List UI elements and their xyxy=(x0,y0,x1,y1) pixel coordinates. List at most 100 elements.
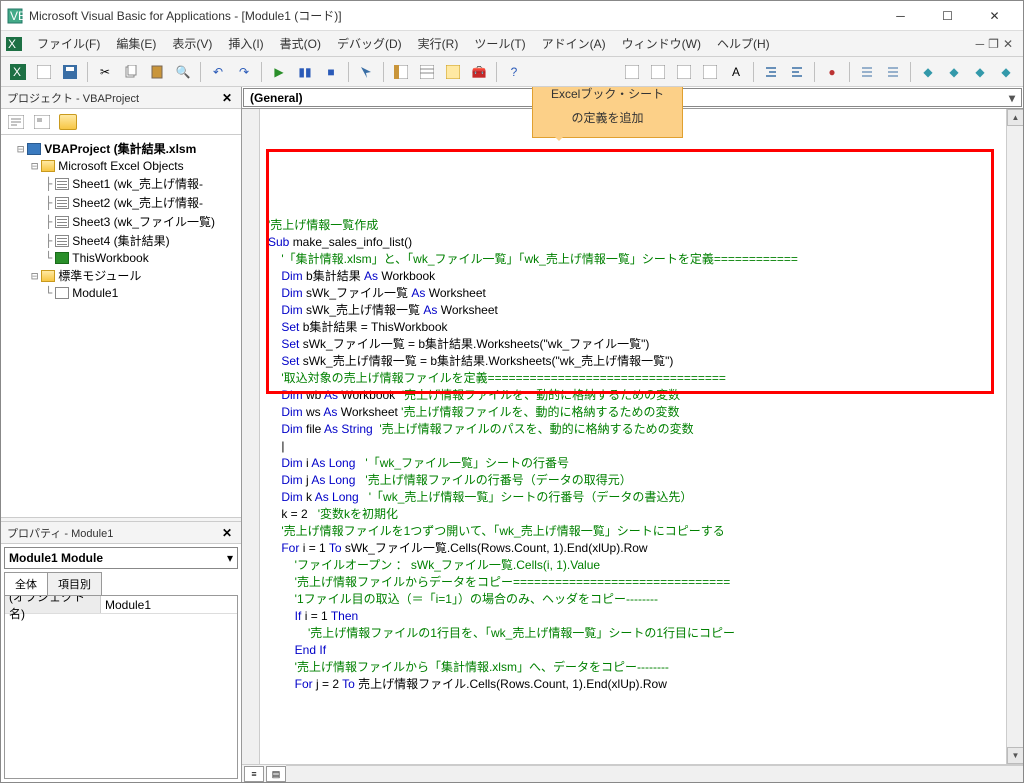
menu-file[interactable]: ファイル(F) xyxy=(29,32,108,55)
project-explorer-close-icon[interactable]: ✕ xyxy=(219,90,235,106)
minimize-button[interactable]: ─ xyxy=(878,4,923,28)
project-tree[interactable]: ⊟VBAProject (集計結果.xlsm ⊟Microsoft Excel … xyxy=(1,135,241,517)
tree-module1[interactable]: Module1 xyxy=(72,286,118,300)
toggle-bookmark-icon[interactable]: ◆ xyxy=(917,61,939,83)
toggle-folders-icon[interactable] xyxy=(57,111,79,133)
paste-icon[interactable] xyxy=(146,61,168,83)
svg-text:X: X xyxy=(8,37,16,51)
indent-icon[interactable] xyxy=(760,61,782,83)
close-button[interactable]: ✕ xyxy=(972,4,1017,28)
tree-std-modules[interactable]: 標準モジュール xyxy=(58,267,141,284)
copy-icon[interactable] xyxy=(120,61,142,83)
procedure-dropdown[interactable]: ▾ xyxy=(634,88,1023,107)
view-code-icon[interactable] xyxy=(5,111,27,133)
left-pane: プロジェクト - VBAProject ✕ ⊟VBAProject (集計結果.… xyxy=(1,87,242,782)
menu-run[interactable]: 実行(R) xyxy=(410,32,467,55)
svg-text:X: X xyxy=(13,65,21,79)
properties-grid[interactable]: (オブジェクト名) Module1 xyxy=(4,595,238,779)
menu-edit[interactable]: 編集(E) xyxy=(108,32,164,55)
clear-bookmarks-icon[interactable]: ◆ xyxy=(995,61,1017,83)
project-explorer-icon[interactable] xyxy=(390,61,412,83)
save-icon[interactable] xyxy=(59,61,81,83)
properties-close-icon[interactable]: ✕ xyxy=(219,525,235,541)
cut-icon[interactable]: ✂ xyxy=(94,61,116,83)
app-icon: VB xyxy=(7,8,23,24)
scroll-up-icon[interactable]: ▲ xyxy=(1007,109,1023,126)
break-icon[interactable]: ▮▮ xyxy=(294,61,316,83)
menu-format[interactable]: 書式(O) xyxy=(272,32,329,55)
vbe-window: VB Microsoft Visual Basic for Applicatio… xyxy=(0,0,1024,783)
properties-window-icon[interactable] xyxy=(416,61,438,83)
svg-text:VB: VB xyxy=(10,9,23,23)
tree-thisworkbook[interactable]: ThisWorkbook xyxy=(72,251,148,265)
view-excel-icon[interactable]: X xyxy=(7,61,29,83)
menu-addins[interactable]: アドイン(A) xyxy=(534,32,614,55)
vertical-scrollbar[interactable]: ▲ ▼ xyxy=(1006,109,1023,764)
quick-info-icon[interactable] xyxy=(673,61,695,83)
mdi-close-button[interactable]: ✕ xyxy=(1003,37,1013,51)
uncomment-block-icon[interactable] xyxy=(882,61,904,83)
properties-header: プロパティ - Module1 ✕ xyxy=(1,522,241,544)
main-area: プロジェクト - VBAProject ✕ ⊟VBAProject (集計結果.… xyxy=(1,87,1023,782)
horizontal-scrollbar[interactable] xyxy=(286,765,1023,782)
object-browser-icon[interactable] xyxy=(442,61,464,83)
help-icon[interactable]: ? xyxy=(503,61,525,83)
menu-debug[interactable]: デバッグ(D) xyxy=(329,32,410,55)
property-key: (オブジェクト名) xyxy=(5,596,101,613)
toolbar: X ✂ 🔍 ↶ ↷ ▶ ▮▮ ■ 🧰 ? A ● xyxy=(1,57,1023,87)
callout-annotation: Excelブック・シートの定義を追加 xyxy=(532,87,683,138)
menu-tools[interactable]: ツール(T) xyxy=(466,32,533,55)
code-pane: (General)▾ ▾ '売上げ情報一覧作成Sub make_sales_in… xyxy=(242,87,1023,782)
properties-pane: プロパティ - Module1 ✕ Module1 Module ▾ 全体 項目… xyxy=(1,522,241,782)
properties-title: プロパティ - Module1 xyxy=(7,525,219,541)
toolbox-icon[interactable]: 🧰 xyxy=(468,61,490,83)
list-properties-icon[interactable] xyxy=(621,61,643,83)
scroll-down-icon[interactable]: ▼ xyxy=(1007,747,1023,764)
properties-tab-category[interactable]: 項目別 xyxy=(47,572,102,595)
insert-module-icon[interactable] xyxy=(33,61,55,83)
window-title: Microsoft Visual Basic for Applications … xyxy=(29,7,878,24)
next-bookmark-icon[interactable]: ◆ xyxy=(943,61,965,83)
properties-object-selector[interactable]: Module1 Module ▾ xyxy=(4,547,238,569)
tree-excel-objects[interactable]: Microsoft Excel Objects xyxy=(58,159,183,173)
tree-sheet1[interactable]: Sheet1 (wk_売上げ情報- xyxy=(72,175,203,192)
excel-icon[interactable]: X xyxy=(5,35,23,53)
properties-tab-all[interactable]: 全体 xyxy=(4,572,48,595)
parameter-info-icon[interactable] xyxy=(699,61,721,83)
list-constants-icon[interactable] xyxy=(647,61,669,83)
maximize-button[interactable]: ☐ xyxy=(925,4,970,28)
procedure-view-icon[interactable]: ≡ xyxy=(244,766,264,782)
menu-view[interactable]: 表示(V) xyxy=(164,32,220,55)
tree-project[interactable]: VBAProject (集計結果.xlsm xyxy=(44,140,196,157)
menu-insert[interactable]: 挿入(I) xyxy=(220,32,271,55)
tree-sheet4[interactable]: Sheet4 (集計結果) xyxy=(72,232,169,249)
code-editor[interactable]: '売上げ情報一覧作成Sub make_sales_info_list() '「集… xyxy=(242,109,1006,764)
full-module-view-icon[interactable]: ▤ xyxy=(266,766,286,782)
mdi-minimize-button[interactable]: ─ xyxy=(976,37,985,51)
prev-bookmark-icon[interactable]: ◆ xyxy=(969,61,991,83)
view-object-icon[interactable] xyxy=(31,111,53,133)
menu-window[interactable]: ウィンドウ(W) xyxy=(614,32,709,55)
tree-sheet3[interactable]: Sheet3 (wk_ファイル一覧) xyxy=(72,213,215,230)
toggle-breakpoint-icon[interactable]: ● xyxy=(821,61,843,83)
tree-sheet2[interactable]: Sheet2 (wk_売上げ情報- xyxy=(72,194,203,211)
menu-help[interactable]: ヘルプ(H) xyxy=(709,32,778,55)
outdent-icon[interactable] xyxy=(786,61,808,83)
design-mode-icon[interactable] xyxy=(355,61,377,83)
code-gutter xyxy=(242,109,260,764)
reset-icon[interactable]: ■ xyxy=(320,61,342,83)
code-footer: ≡ ▤ xyxy=(242,764,1023,782)
property-row: (オブジェクト名) Module1 xyxy=(5,596,237,614)
property-value[interactable]: Module1 xyxy=(101,598,237,612)
project-explorer-title: プロジェクト - VBAProject xyxy=(7,90,219,106)
project-toolbar xyxy=(1,109,241,135)
title-bar: VB Microsoft Visual Basic for Applicatio… xyxy=(1,1,1023,31)
run-icon[interactable]: ▶ xyxy=(268,61,290,83)
project-explorer-header: プロジェクト - VBAProject ✕ xyxy=(1,87,241,109)
complete-word-icon[interactable]: A xyxy=(725,61,747,83)
mdi-restore-button[interactable]: ❐ xyxy=(988,37,999,51)
comment-block-icon[interactable] xyxy=(856,61,878,83)
undo-icon[interactable]: ↶ xyxy=(207,61,229,83)
find-icon[interactable]: 🔍 xyxy=(172,61,194,83)
redo-icon[interactable]: ↷ xyxy=(233,61,255,83)
